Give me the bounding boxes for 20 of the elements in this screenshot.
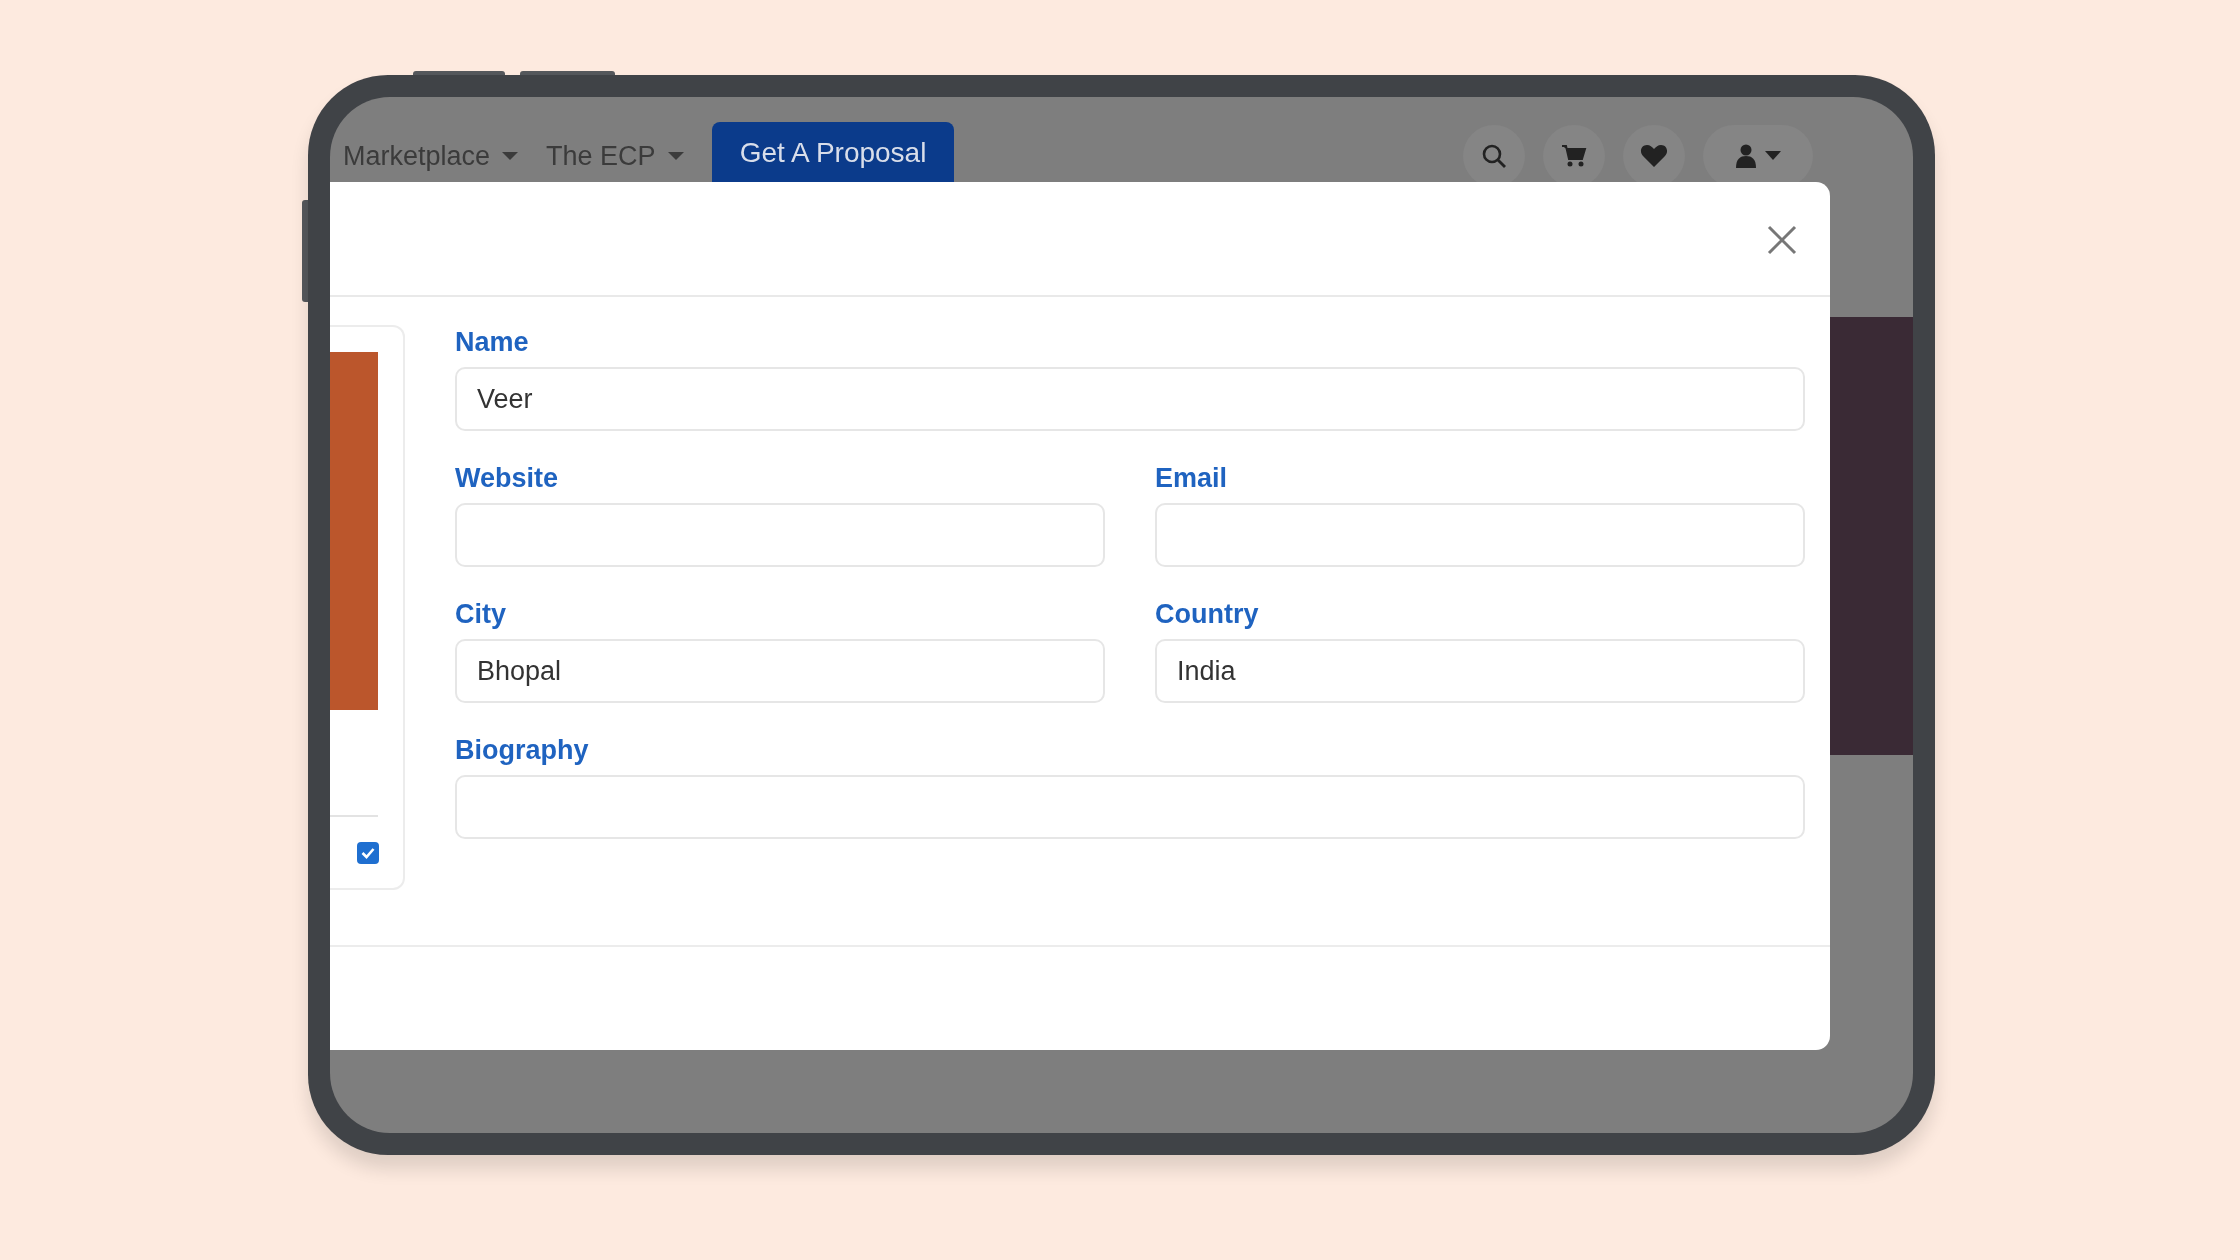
- input-field[interactable]: India: [1155, 639, 1805, 703]
- input-field[interactable]: [1155, 503, 1805, 567]
- field-label: Website: [455, 462, 560, 495]
- input-field[interactable]: [455, 503, 1105, 567]
- field-label: City: [455, 598, 507, 631]
- input-field[interactable]: Veer: [455, 367, 1805, 431]
- check-icon: [361, 847, 375, 859]
- input-field[interactable]: [455, 775, 1805, 839]
- field-label: Country: [1155, 598, 1260, 631]
- caret-icon: [1765, 151, 1781, 161]
- close-icon: [1766, 224, 1798, 256]
- heart-icon: [1640, 144, 1668, 168]
- input-field[interactable]: Bhopal: [455, 639, 1105, 703]
- field-label: Biography: [455, 734, 590, 767]
- field-label: Name: [455, 326, 530, 359]
- checkbox[interactable]: [357, 842, 379, 864]
- field-label: Email: [1155, 462, 1229, 495]
- user-icon: [1735, 144, 1757, 168]
- search-icon: [1481, 143, 1507, 169]
- cart-icon: [1561, 144, 1587, 168]
